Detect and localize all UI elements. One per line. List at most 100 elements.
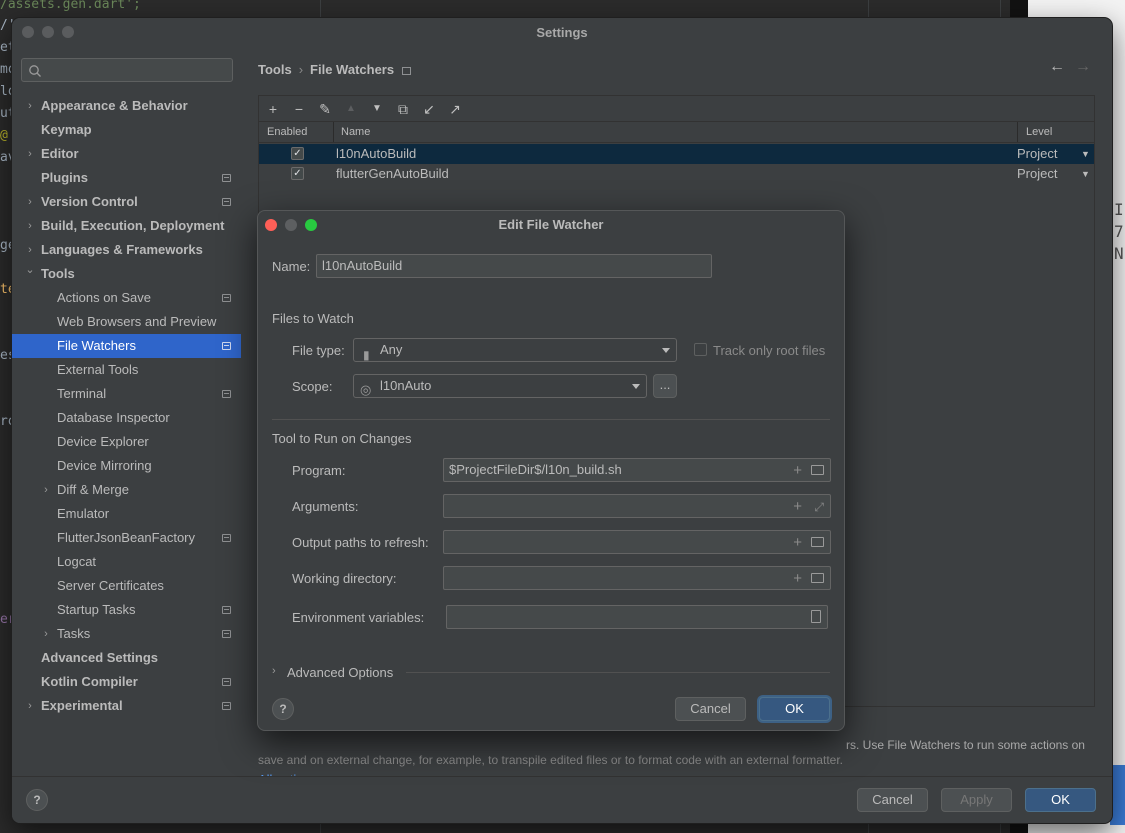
- sidebar-item[interactable]: Startup Tasks: [12, 598, 241, 622]
- file-type-select[interactable]: ▮ Any: [353, 338, 677, 362]
- files-section-title: Files to Watch: [272, 311, 354, 326]
- table-row[interactable]: ✓ flutterGenAutoBuild Project ▼: [259, 164, 1094, 184]
- dialog-title: Edit File Watcher: [498, 217, 604, 232]
- sidebar-item[interactable]: Web Browsers and Preview: [12, 310, 241, 334]
- folder-icon[interactable]: [811, 537, 824, 547]
- chevron-down-icon[interactable]: ▼: [1081, 144, 1090, 164]
- column-enabled[interactable]: Enabled: [267, 126, 307, 138]
- working-directory-field[interactable]: +: [443, 566, 831, 590]
- sidebar-item[interactable]: Server Certificates: [12, 574, 241, 598]
- chevron-right-icon[interactable]: ›: [272, 665, 276, 677]
- scope-more-button[interactable]: ...: [653, 374, 677, 398]
- cancel-button[interactable]: Cancel: [675, 697, 746, 721]
- sidebar-item[interactable]: Advanced Settings: [12, 646, 241, 670]
- scope-select[interactable]: ◎ l10nAuto: [353, 374, 647, 398]
- program-field[interactable]: $ProjectFileDir$/l10n_build.sh +: [443, 458, 831, 482]
- sidebar-item[interactable]: › Languages & Frameworks: [12, 238, 241, 262]
- import-icon[interactable]: ↙: [419, 99, 439, 119]
- back-arrow-icon[interactable]: ←: [1049, 58, 1065, 76]
- forward-arrow-icon[interactable]: →: [1075, 58, 1091, 76]
- sidebar-item[interactable]: Kotlin Compiler: [12, 670, 241, 694]
- chevron-right-icon[interactable]: ›: [24, 94, 36, 118]
- insert-macro-icon[interactable]: +: [793, 568, 802, 589]
- apply-button[interactable]: Apply: [941, 788, 1012, 812]
- search-input[interactable]: [21, 58, 233, 82]
- chevron-right-icon[interactable]: ›: [24, 214, 36, 238]
- sidebar-item[interactable]: › Build, Execution, Deployment: [12, 214, 241, 238]
- settings-titlebar[interactable]: Settings: [12, 18, 1112, 46]
- breadcrumb-parent[interactable]: Tools: [258, 62, 292, 77]
- sidebar-item[interactable]: Keymap: [12, 118, 241, 142]
- code-line: @: [0, 128, 8, 143]
- sidebar-item[interactable]: › Tasks: [12, 622, 241, 646]
- arguments-field[interactable]: + ⤢: [443, 494, 831, 518]
- sidebar-item[interactable]: ⌄ Tools: [12, 262, 241, 286]
- chevron-right-icon[interactable]: ›: [24, 142, 36, 166]
- sidebar-item-label: Device Explorer: [57, 434, 149, 449]
- move-down-icon[interactable]: ▼: [367, 99, 387, 119]
- column-level[interactable]: Level: [1026, 126, 1052, 138]
- chevron-down-icon[interactable]: ⌄: [24, 258, 36, 282]
- project-scope-icon: [222, 630, 231, 638]
- cancel-button[interactable]: Cancel: [857, 788, 928, 812]
- add-icon[interactable]: +: [263, 99, 283, 119]
- sidebar-item[interactable]: Plugins: [12, 166, 241, 190]
- settings-sidebar: › Appearance & Behavior Keymap › Editor Plugi…: [12, 46, 241, 776]
- sidebar-item-label: Actions on Save: [57, 290, 151, 305]
- track-root-label[interactable]: Track only root files: [713, 343, 825, 358]
- column-name[interactable]: Name: [341, 126, 370, 138]
- watcher-level[interactable]: Project: [1017, 164, 1057, 184]
- export-icon[interactable]: ↗: [445, 99, 465, 119]
- sidebar-item-label: Device Mirroring: [57, 458, 152, 473]
- table-row[interactable]: ✓ l10nAutoBuild Project ▼: [259, 144, 1094, 164]
- help-button[interactable]: ?: [26, 789, 48, 811]
- copy-icon[interactable]: ⧉: [393, 99, 413, 119]
- sidebar-item[interactable]: FlutterJsonBeanFactory: [12, 526, 241, 550]
- sidebar-item[interactable]: Device Mirroring: [12, 454, 241, 478]
- track-root-checkbox[interactable]: [694, 343, 707, 356]
- sidebar-item[interactable]: Terminal: [12, 382, 241, 406]
- edit-icon[interactable]: ✎: [315, 99, 335, 119]
- sidebar-item[interactable]: External Tools: [12, 358, 241, 382]
- sidebar-item[interactable]: › Editor: [12, 142, 241, 166]
- sidebar-item[interactable]: › Experimental: [12, 694, 241, 718]
- name-field[interactable]: l10nAutoBuild: [316, 254, 712, 278]
- remove-icon[interactable]: −: [289, 99, 309, 119]
- insert-macro-icon[interactable]: +: [793, 532, 802, 553]
- project-scope-icon: [222, 534, 231, 542]
- watcher-level[interactable]: Project: [1017, 144, 1057, 164]
- sidebar-item[interactable]: File Watchers: [12, 334, 241, 358]
- sidebar-item[interactable]: › Version Control: [12, 190, 241, 214]
- sidebar-item[interactable]: Device Explorer: [12, 430, 241, 454]
- ok-button[interactable]: OK: [759, 697, 830, 721]
- table-header: Enabled Name Level: [259, 121, 1094, 143]
- chevron-right-icon[interactable]: ›: [24, 694, 36, 718]
- enabled-checkbox[interactable]: ✓: [291, 147, 304, 160]
- sidebar-item[interactable]: › Appearance & Behavior: [12, 94, 241, 118]
- sidebar-item[interactable]: Database Inspector: [12, 406, 241, 430]
- chevron-right-icon[interactable]: ›: [24, 190, 36, 214]
- sidebar-item[interactable]: Logcat: [12, 550, 241, 574]
- folder-icon[interactable]: [811, 573, 824, 583]
- folder-icon[interactable]: [811, 465, 824, 475]
- sidebar-item[interactable]: Actions on Save: [12, 286, 241, 310]
- sidebar-item[interactable]: Emulator: [12, 502, 241, 526]
- advanced-options-toggle[interactable]: Advanced Options: [287, 665, 393, 680]
- expand-icon[interactable]: ⤢: [814, 496, 824, 517]
- help-button[interactable]: ?: [272, 698, 294, 720]
- project-scope-icon: [222, 342, 231, 350]
- insert-macro-icon[interactable]: +: [793, 460, 802, 481]
- ok-button[interactable]: OK: [1025, 788, 1096, 812]
- move-up-icon[interactable]: ▲: [341, 99, 361, 119]
- sidebar-item[interactable]: › Diff & Merge: [12, 478, 241, 502]
- chevron-down-icon[interactable]: ▼: [1081, 164, 1090, 184]
- document-icon[interactable]: [811, 610, 821, 623]
- chevron-right-icon[interactable]: ›: [40, 622, 52, 646]
- chevron-right-icon[interactable]: ›: [40, 478, 52, 502]
- insert-macro-icon[interactable]: +: [793, 496, 802, 517]
- enabled-checkbox[interactable]: ✓: [291, 167, 304, 180]
- output-paths-field[interactable]: +: [443, 530, 831, 554]
- sidebar-item-label: Server Certificates: [57, 578, 164, 593]
- environment-variables-field[interactable]: [446, 605, 828, 629]
- chevron-down-icon: [632, 384, 640, 389]
